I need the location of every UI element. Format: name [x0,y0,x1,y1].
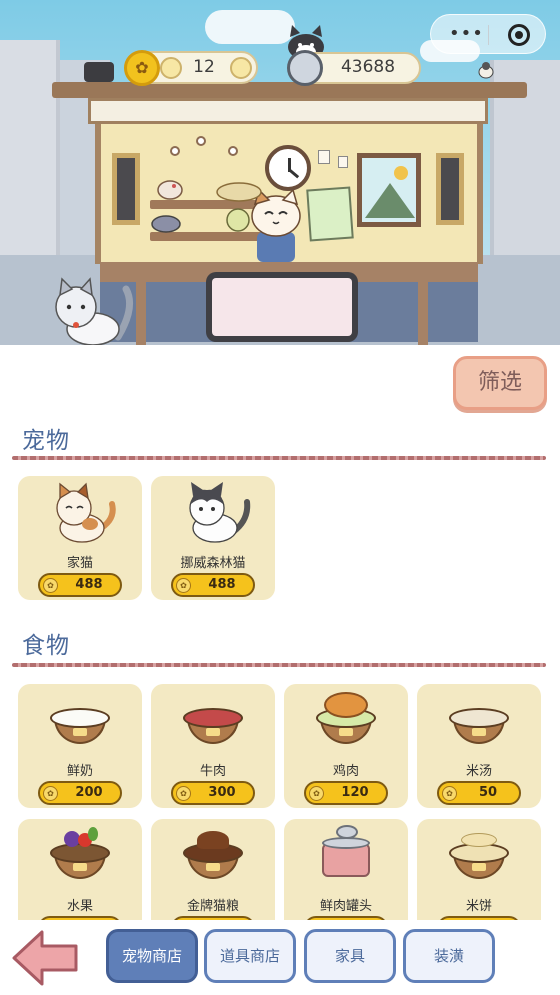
chick-icon [230,57,252,79]
tab-pet-shop[interactable]: 宠物商店 [106,929,198,983]
filter-button[interactable]: 筛选 [453,356,547,410]
paw-coin-icon: ✿ [43,786,58,801]
beef-bowl-icon [173,688,253,754]
paw-coin-icon: ✿ [124,50,160,86]
can-count: 43688 [340,57,396,77]
price-tag[interactable]: ✿ 300 [171,781,255,805]
item-price: 200 [75,785,103,800]
shop-panel: 筛选 宠物 家猫 ✿ 488 挪威森林猫 ✿ 488 食物 鲜奶 ✿ 200 牛… [0,345,560,920]
rice-soup-bowl-icon [439,688,519,754]
section-title-pets: 宠物 [22,428,70,454]
clock-icon [265,145,311,191]
ball-toy-icon [226,208,250,232]
paw-coin-icon: ✿ [309,786,324,801]
section-title-food: 食物 [22,633,70,659]
item-price: 488 [75,577,103,592]
price-tag[interactable]: ✿ 488 [171,573,255,597]
calico-cat-icon [56,482,116,543]
lamp-icon [196,136,206,146]
counter-leg [418,282,428,345]
item-name: 水果 [66,899,93,914]
price-tag[interactable]: ✿ 200 [38,781,122,805]
back-arrow-icon[interactable] [10,928,82,988]
tuxedo-cat-icon [189,482,251,543]
item-name: 家猫 [66,556,93,571]
shop-item-card[interactable]: 水果 [18,819,142,920]
item-price: 300 [208,785,236,800]
paw-coin-icon: ✿ [176,786,191,801]
coin-count: 12 [193,57,215,77]
item-name: 金牌猫粮 [186,899,239,914]
counter-display [206,272,358,342]
note [338,156,348,168]
note [318,150,330,164]
item-price: 120 [341,785,369,800]
window [112,153,140,225]
chicken-bowl-icon [306,688,386,754]
price-tag[interactable]: ✿ 50 [437,781,521,805]
mini-program-capsule: ••• [430,14,546,54]
item-name: 牛肉 [199,764,226,779]
paw-coin-icon: ✿ [43,578,58,593]
shop-item-card[interactable]: 鸡肉 ✿ 120 [284,684,408,808]
fruit-bowl-icon [40,823,120,889]
rope-toy-icon [216,182,262,202]
shop-item-card[interactable]: 米饼 [417,819,541,920]
food-can-icon [287,50,323,86]
shop-item-card[interactable]: 牛肉 ✿ 300 [151,684,275,808]
lamp-icon [170,146,180,156]
price-tag[interactable]: ✿ 120 [304,781,388,805]
street-cat[interactable] [48,277,138,345]
bird-toy-icon [157,180,183,200]
poster [306,186,354,242]
price-tag[interactable]: ✿ 488 [38,573,122,597]
item-name: 鸡肉 [332,764,359,779]
shop-item-card[interactable]: 金牌猫粮 [151,819,275,920]
shop-item-card[interactable]: 鲜奶 ✿ 200 [18,684,142,808]
item-name: 鲜奶 [66,764,93,779]
section-divider [12,663,546,667]
tab-decoration[interactable]: 装潢 [403,929,495,983]
shop-scene: ✿ 12 43688 ••• [0,0,560,345]
item-name: 米饼 [465,899,492,914]
more-icon[interactable]: ••• [449,23,484,44]
item-price: 488 [208,577,236,592]
building [0,40,60,280]
shop-item-card[interactable]: 家猫 ✿ 488 [18,476,142,600]
shop-roof [52,82,527,98]
cat-food-bowl-icon [173,823,253,889]
lamp-icon [228,146,238,156]
paw-coin-icon: ✿ [176,578,191,593]
close-target-icon[interactable] [508,24,530,46]
bird-icon [478,62,494,79]
tab-furniture[interactable]: 家具 [304,929,396,983]
milk-bowl-icon [40,688,120,754]
shop-item-card[interactable]: 鲜肉罐头 [284,819,408,920]
mouse-toy-icon [151,215,181,233]
shop-item-card[interactable]: 米汤 ✿ 50 [417,684,541,808]
item-name: 挪威森林猫 [180,556,246,571]
rice-cake-bowl-icon [439,823,519,889]
item-price: 50 [478,785,498,800]
mountain-painting [357,153,421,227]
item-name: 米汤 [465,764,492,779]
paw-coin-icon: ✿ [442,786,457,801]
shop-item-card[interactable]: 挪威森林猫 ✿ 488 [151,476,275,600]
item-name: 鲜肉罐头 [319,899,372,914]
security-camera-icon [84,62,114,82]
section-divider [12,456,546,460]
meat-can-icon [306,823,386,889]
bottom-nav: 宠物商店 道具商店 家具 装潢 [0,920,560,995]
shop-awning [88,98,488,124]
window [436,153,464,225]
tab-item-shop[interactable]: 道具商店 [204,929,296,983]
